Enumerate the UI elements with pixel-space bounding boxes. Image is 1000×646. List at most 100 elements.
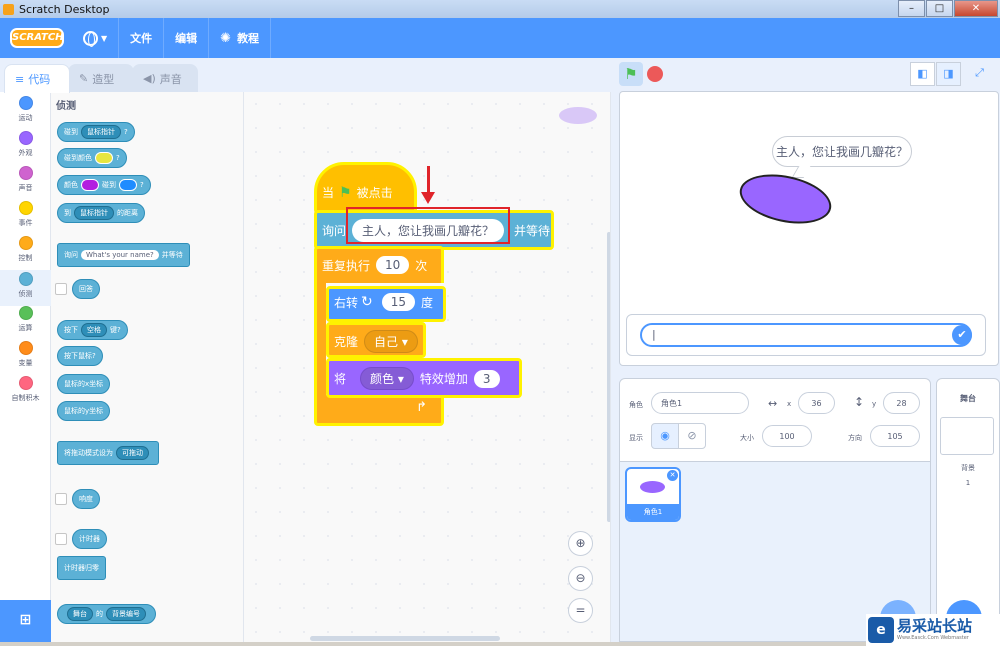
edit-menu[interactable]: 编辑 (164, 18, 210, 58)
distance-dropdown[interactable]: 鼠标指针 (74, 206, 114, 220)
small-stage-button[interactable]: ◧ (910, 62, 935, 86)
submit-answer-button[interactable]: ✔ (952, 325, 972, 345)
effect-name-value: 颜色 (370, 372, 395, 386)
of-sensing-reporter[interactable]: 舞台 的 背景编号 (57, 604, 156, 624)
globe-icon (83, 30, 98, 47)
watermark-logo-icon: e (868, 617, 894, 643)
set-drag-mode-block[interactable]: 将拖动模式设为 可拖动 (57, 441, 159, 465)
category-control[interactable]: 控制 (0, 236, 51, 263)
answer-input[interactable]: | (640, 323, 972, 347)
tutorials-menu[interactable]: ✺ 教程 (209, 18, 272, 58)
turn-degrees-input[interactable]: 15 (381, 293, 416, 311)
block-text: 右转 (334, 295, 359, 310)
file-menu[interactable]: 文件 (119, 18, 165, 58)
category-events[interactable]: 事件 (0, 201, 51, 228)
when-flag-label: 当 ⚑ 被点击 (322, 184, 393, 201)
direction-input[interactable]: 105 (870, 425, 920, 447)
green-flag-button[interactable]: ⚑ (619, 62, 643, 86)
category-sound[interactable]: 声音 (0, 166, 51, 193)
normal-stage-button[interactable]: ◨ (936, 62, 961, 86)
x-position-input[interactable]: 36 (798, 392, 835, 414)
touching-block[interactable]: 碰到 鼠标指针 ? (57, 122, 135, 142)
timer-checkbox[interactable] (55, 533, 67, 545)
category-label: 自制积木 (11, 394, 40, 402)
hide-visible-toggle[interactable]: ⊘ (678, 423, 706, 449)
color-swatch[interactable] (95, 152, 113, 164)
tab-costumes[interactable]: ✎ 造型 (68, 64, 134, 92)
category-motion[interactable]: 运动 (0, 96, 51, 123)
small-stage-icon: ◧ (917, 67, 928, 80)
size-input[interactable]: 100 (762, 425, 812, 447)
block-text: 响度 (79, 495, 93, 503)
show-visible-toggle[interactable]: ◉ (651, 423, 679, 449)
sprite-tile[interactable]: ✕ 角色1 (625, 467, 681, 522)
answer-reporter[interactable]: 回答 (72, 279, 100, 299)
category-variables[interactable]: 变量 (0, 341, 51, 368)
loudness-reporter[interactable]: 响度 (72, 489, 100, 509)
key-dropdown[interactable]: 空格 (81, 323, 107, 337)
color-swatch[interactable] (81, 179, 99, 191)
lightbulb-icon: ✺ (220, 30, 232, 46)
target-dropdown[interactable]: 舞台 (67, 607, 93, 621)
minimize-button[interactable]: – (898, 0, 925, 17)
block-text: 特效增加 (419, 372, 468, 386)
zoom-in-button[interactable]: ⊕ (568, 531, 593, 556)
oval-sprite[interactable] (735, 166, 836, 232)
block-text: 回答 (79, 285, 93, 293)
stop-button[interactable] (647, 66, 663, 82)
ask-text-input[interactable]: What's your name? (81, 250, 159, 260)
touching-dropdown[interactable]: 鼠标指针 (81, 125, 121, 139)
add-extension-button[interactable]: ⊞ (0, 600, 51, 642)
zoom-reset-button[interactable]: = (568, 598, 593, 623)
language-menu[interactable]: ▼ (72, 18, 120, 58)
close-button[interactable]: ✕ (954, 0, 998, 17)
loudness-checkbox[interactable] (55, 493, 67, 505)
key-pressed-block[interactable]: 按下 空格 键? (57, 320, 128, 340)
repeat-count-input[interactable]: 10 (376, 256, 410, 274)
code-icon: ≡ (15, 72, 25, 86)
zoom-out-button[interactable]: ⊖ (568, 566, 593, 591)
block-text: 重复执行 (322, 258, 371, 273)
motion-dot-icon (18, 96, 33, 110)
mouse-y-reporter[interactable]: 鼠标的y坐标 (57, 401, 111, 421)
drag-mode-dropdown[interactable]: 可拖动 (116, 446, 149, 460)
fullscreen-button[interactable]: ⤢ (967, 62, 992, 86)
timer-reporter[interactable]: 计时器 (72, 529, 107, 549)
category-looks[interactable]: 外观 (0, 131, 51, 158)
ask-and-wait-block[interactable]: 询问 What's your name? 并等待 (57, 243, 190, 267)
tab-code[interactable]: ≡ 代码 (4, 64, 70, 93)
category-label: 变量 (18, 359, 33, 367)
y-position-input[interactable]: 28 (883, 392, 920, 414)
scratch-logo[interactable]: SCRATCH (10, 28, 64, 48)
tab-sounds[interactable]: ◀) 声音 (132, 64, 198, 92)
script-area-vertical-scrollbar[interactable] (607, 232, 610, 522)
property-dropdown[interactable]: 背景编号 (106, 607, 146, 621)
sprite-name-input[interactable]: 角色1 (651, 392, 749, 414)
effect-dropdown[interactable]: 颜色 ▾ (360, 367, 414, 390)
clone-target-dropdown[interactable]: 自己 ▾ (364, 330, 418, 353)
color-swatch[interactable] (119, 179, 137, 191)
touching-color-block[interactable]: 碰到颜色 ? (57, 148, 127, 168)
script-area-horizontal-scrollbar[interactable] (310, 636, 500, 641)
delete-sprite-button[interactable]: ✕ (667, 470, 678, 481)
distance-to-block[interactable]: 到 鼠标指针 的距离 (57, 203, 145, 223)
category-sensing[interactable]: 侦测 (0, 270, 51, 306)
maximize-button[interactable]: □ (926, 0, 953, 17)
reset-timer-block[interactable]: 计时器归零 (57, 556, 106, 580)
category-my-blocks[interactable]: 自制积木 (0, 376, 51, 403)
annotation-highlight-box (346, 207, 510, 244)
color-touching-color-block[interactable]: 颜色 碰到 ? (57, 175, 151, 195)
category-operators[interactable]: 运算 (0, 306, 51, 333)
script-area[interactable]: 当 ⚑ 被点击 询问 主人，您让我画几瓣花？ 并等待 重复执行 10 次 右转 … (244, 92, 611, 642)
mouse-x-reporter[interactable]: 鼠标的x坐标 (57, 374, 111, 394)
window-titlebar: Scratch Desktop – □ ✕ (0, 0, 1000, 18)
turn-label-row: 右转 ↻ 15 度 (334, 293, 433, 311)
backdrops-count: 1 (965, 479, 971, 487)
block-text: 度 (421, 295, 434, 310)
mouse-down-block[interactable]: 按下鼠标? (57, 346, 103, 366)
x-arrows-icon: ↔ (768, 397, 778, 410)
y-label: y (872, 400, 877, 408)
stage-canvas[interactable]: 主人，您让我画几瓣花？ | ✔ (619, 91, 999, 366)
effect-amount-input[interactable]: 3 (473, 369, 500, 388)
answer-checkbox[interactable] (55, 283, 67, 295)
